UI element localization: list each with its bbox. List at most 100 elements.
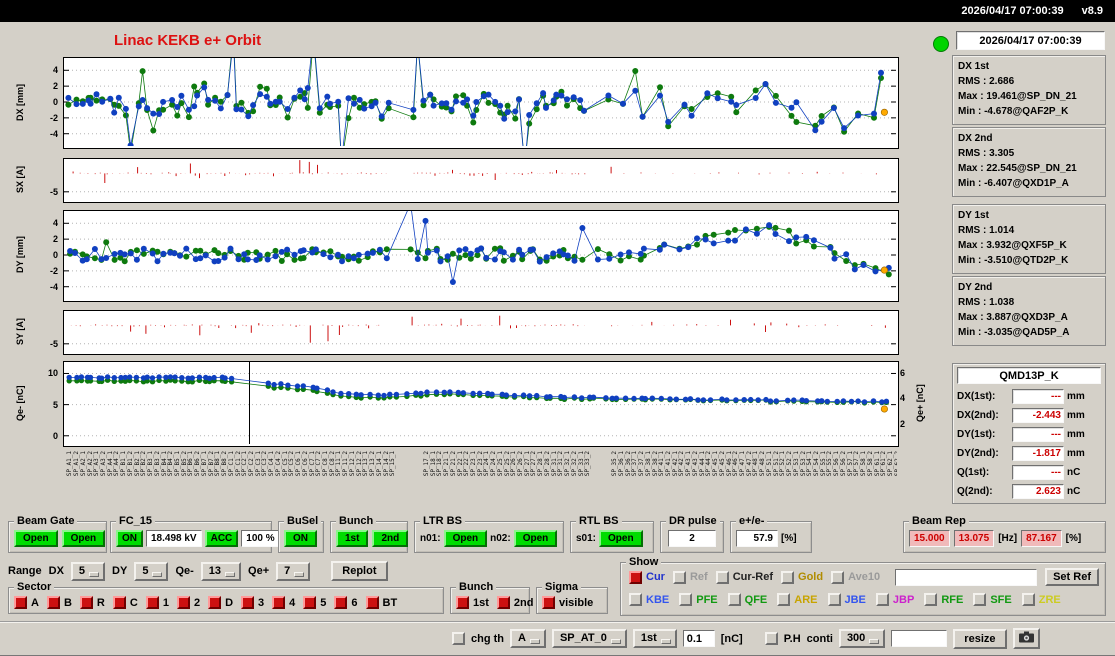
show-toggle-ref[interactable]: Ref [672,570,708,584]
show-sector-toggle-are[interactable]: ARE [777,593,818,606]
fc15-acc-button[interactable]: ACC [204,529,239,547]
show-sector-toggle-qfe-checkbox[interactable] [727,593,741,606]
show-toggle-gold[interactable]: Gold [781,570,823,584]
sy-plot[interactable] [63,310,899,355]
show-sector-toggle-qfe[interactable]: QFE [727,593,767,606]
show-sector-toggle-pfe-checkbox[interactable] [679,593,693,606]
show-sector-toggle-jbp-checkbox[interactable] [875,593,889,606]
show-sector-toggle-kbe[interactable]: KBE [629,593,669,606]
show-sector-toggle-jbp[interactable]: JBP [875,593,914,606]
show-sector-toggle-sfe-checkbox[interactable] [973,593,987,606]
sector-bt[interactable]: BT [365,596,397,609]
mode-select[interactable]: A [510,629,546,648]
titlebar-version: v8.9 [1081,5,1103,17]
fc15-on-button[interactable]: ON [116,529,143,547]
bunch-sel-1st[interactable]: 1st [456,596,489,609]
ltr-n01-open-button[interactable]: Open [443,529,488,547]
chg-th-checkbox[interactable] [452,632,465,645]
show-sector-toggle-rfe-checkbox[interactable] [924,593,938,606]
sector-2[interactable]: 2 [176,596,200,609]
monitor-row-label: DY(1st): [957,429,996,440]
sector-6[interactable]: 6 [334,596,358,609]
range-qe-minus-select[interactable]: 13 [200,561,242,581]
bunch-sel-1st-checkbox[interactable] [456,596,469,609]
show-toggle-gold-checkbox[interactable] [781,570,795,584]
sector-r[interactable]: R [79,596,105,609]
camera-button[interactable] [1012,628,1040,649]
monitor-row-unit: nC [1067,486,1081,497]
sigma-visible-checkbox[interactable] [542,596,555,609]
sector-3-checkbox[interactable] [241,596,255,609]
sector-a[interactable]: A [14,596,39,609]
show-sector-toggle-rfe[interactable]: RFE [924,593,963,606]
bunch-1st-button[interactable]: 1st [336,529,369,547]
range-qe-plus-select[interactable]: 7 [276,561,311,581]
sector-2-checkbox[interactable] [176,596,190,609]
rtl-s01-open-button[interactable]: Open [599,529,643,547]
sx-plot[interactable] [63,158,899,203]
sector-1[interactable]: 1 [145,596,169,609]
show-sector-toggle-pfe[interactable]: PFE [679,593,718,606]
sector-d[interactable]: D [208,596,233,609]
show-toggle-cur-checkbox[interactable] [629,570,642,584]
show-toggle-cur[interactable]: Cur [629,570,665,584]
ltr-n02-open-button[interactable]: Open [513,529,558,547]
bunch-select-group: Bunch 1st 2nd [450,580,533,614]
sector-4-checkbox[interactable] [272,596,286,609]
sector-5[interactable]: 5 [303,596,326,609]
sector-d-checkbox[interactable] [208,596,222,609]
show-sector-toggle-sfe[interactable]: SFE [973,593,1012,606]
sector-3[interactable]: 3 [241,596,264,609]
threshold-input[interactable] [682,630,715,647]
monitor-name-field[interactable]: QMD13P_K [957,367,1101,384]
dr-pulse-field[interactable]: 2 [668,529,716,547]
show-sector-toggle-jbe[interactable]: JBE [827,593,866,606]
sector-bt-checkbox[interactable] [365,596,379,609]
monitor-select[interactable]: SP_AT_0 [551,629,627,648]
sector-5-checkbox[interactable] [303,596,317,609]
set-ref-button[interactable]: Set Ref [1045,568,1099,586]
sector-b-checkbox[interactable] [46,596,60,609]
sector-b[interactable]: B [46,596,72,609]
beam-gate-open-button-2[interactable]: Open [61,529,106,547]
range-dx-select[interactable]: 5 [70,561,106,581]
interval-select[interactable]: 300 [838,629,886,648]
bpm-label: SP_13_2 [369,451,376,477]
show-toggle-cur-ref-checkbox[interactable] [715,570,729,584]
sector-6-checkbox[interactable] [334,596,348,609]
bunch-sel-2nd[interactable]: 2nd [496,596,533,609]
show-toggle-ave10[interactable]: Ave10 [831,570,880,584]
sector-c[interactable]: C [112,596,138,609]
bunch-2nd-button[interactable]: 2nd [372,529,409,547]
show-sector-toggle-zre[interactable]: ZRE [1021,593,1061,606]
sector-r-checkbox[interactable] [79,596,93,609]
show-sector-toggle-jbe-checkbox[interactable] [827,593,841,606]
sector-1-checkbox[interactable] [145,596,159,609]
range-dy-select[interactable]: 5 [134,561,169,581]
monitor-row-unit: mm [1067,429,1085,440]
qe-plot[interactable] [63,361,899,447]
show-sector-toggle-zre-checkbox[interactable] [1021,593,1035,606]
sector-c-checkbox[interactable] [112,596,126,609]
sector-a-checkbox[interactable] [14,596,27,609]
bunch-sel-2nd-checkbox[interactable] [496,596,510,609]
busel-on-button[interactable]: ON [284,529,317,547]
sigma-visible[interactable]: visible [542,596,593,609]
show-toggle-ref-checkbox[interactable] [672,570,686,584]
ref-file-input[interactable] [895,568,1038,586]
replot-button[interactable]: Replot [331,561,388,581]
show-sector-toggle-kbe-checkbox[interactable] [629,593,642,606]
dx-plot[interactable] [63,29,899,171]
sector-4[interactable]: 4 [272,596,295,609]
dy-plot[interactable] [63,200,899,302]
ph-checkbox[interactable] [764,632,778,645]
bunch-number-select[interactable]: 1st [632,629,677,648]
show-sector-toggle-are-checkbox[interactable] [777,593,791,606]
resize-button[interactable]: resize [953,628,1007,649]
misc-input[interactable] [891,630,948,647]
bunch-group: Bunch 1st 2nd [330,514,409,553]
show-toggle-ave10-checkbox[interactable] [831,570,845,584]
stats-panel-title: DX 1st [958,61,990,72]
beam-gate-open-button-1[interactable]: Open [14,529,58,547]
show-toggle-cur-ref[interactable]: Cur-Ref [715,570,773,584]
